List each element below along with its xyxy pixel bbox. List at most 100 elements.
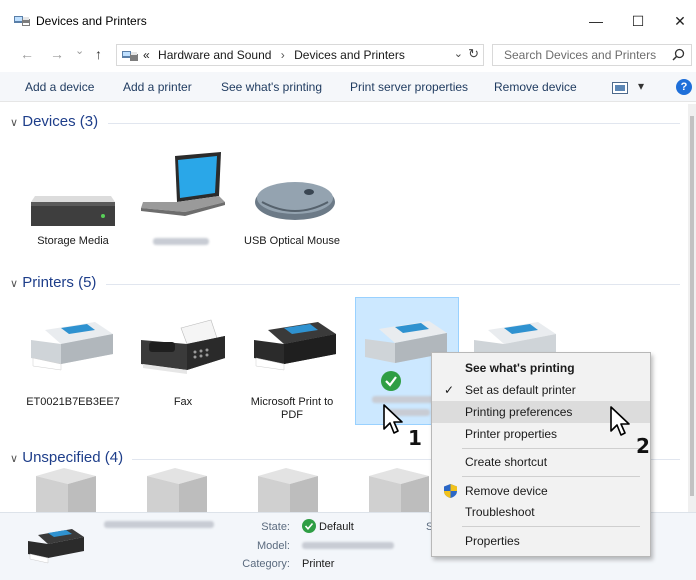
device-label: Storage Media [37,235,109,247]
search-input[interactable]: Search Devices and Printers [492,44,692,66]
step-number-1: 1 [408,426,422,450]
menu-item-see-whats-printing[interactable]: See what's printing [432,357,650,379]
checkmark-icon: ✓ [444,383,455,397]
group-title-unspecified: Unspecified (4) [22,449,124,466]
printer-et0021b7eb3ee7[interactable]: ET0021B7EB3EE7 [21,298,125,423]
remove-device-button[interactable]: Remove device [494,80,577,94]
chevron-down-icon: ∨ [10,278,19,290]
change-view-icon[interactable] [612,82,628,94]
add-printer-button[interactable]: Add a printer [123,80,192,94]
unspecified-device-icon[interactable] [369,468,429,512]
search-placeholder: Search Devices and Printers [504,48,657,62]
menu-item-label: Remove device [465,484,548,498]
search-icon [672,48,685,61]
view-options-dropdown-icon[interactable]: ▾ [638,79,644,93]
command-bar [0,72,696,102]
laptop-icon [141,152,225,216]
breadcrumb-hardware-and-sound[interactable]: Hardware and Sound [158,48,271,62]
printer-fax[interactable]: Fax [131,298,235,423]
menu-item-label: Troubleshoot [465,505,535,519]
device-usb-optical-mouse[interactable]: USB Optical Mouse [240,150,344,265]
breadcrumb-devices-and-printers[interactable]: Devices and Printers [294,48,405,62]
refresh-icon[interactable]: ↻ [468,46,479,62]
printer-icon [31,322,113,371]
maximize-button[interactable]: ☐ [618,6,658,36]
group-title-devices: Devices (3) [22,113,99,130]
devices-printers-icon [14,16,30,26]
printer-icon [254,322,336,371]
unspecified-device-icon[interactable] [258,468,318,512]
category-value: Printer [302,558,335,570]
device-label: USB Optical Mouse [244,235,340,247]
breadcrumb-separator[interactable]: › [281,48,285,62]
menu-item-remove-device[interactable]: Remove device [432,480,650,502]
print-server-properties-button[interactable]: Print server properties [350,80,468,94]
printer-label: Microsoft Print to PDF [250,396,334,421]
group-header-unspecified[interactable]: ∨ Unspecified (4) [10,449,123,466]
menu-item-label: Printer properties [465,427,558,441]
minimize-button[interactable]: — [576,6,616,36]
close-button[interactable]: ✕ [660,6,696,36]
menu-item-label: Properties [465,534,520,548]
fax-icon [141,319,225,374]
group-header-devices[interactable]: ∨ Devices (3) [10,113,98,130]
menu-separator [462,448,640,449]
redacted-model-value [302,542,394,549]
help-button[interactable]: ? [676,79,692,95]
title-bar: Devices and Printers — ☐ ✕ [0,0,696,40]
storage-drive-icon [31,196,115,226]
context-menu: See what's printing ✓ Set as default pri… [431,352,651,557]
printer-microsoft-print-to-pdf[interactable]: Microsoft Print to PDF [240,298,344,423]
breadcrumb-overflow[interactable]: « [143,48,150,62]
state-key: State: [261,521,290,533]
forward-arrow-icon[interactable]: → [50,46,64,62]
address-box[interactable]: « Hardware and Sound › Devices and Print… [116,44,484,66]
group-header-printers[interactable]: ∨ Printers (5) [10,274,96,291]
mouse-cursor-icon [610,406,630,436]
mouse-cursor-icon [383,404,403,434]
scrollbar-thumb[interactable] [690,116,694,496]
menu-item-label: See what's printing [465,361,575,375]
menu-separator [462,476,640,477]
uac-shield-icon [444,484,457,498]
see-whats-printing-button[interactable]: See what's printing [221,80,322,94]
group-divider [108,123,680,124]
state-value: Default [319,521,354,533]
unspecified-device-icon[interactable] [147,468,207,512]
window-title: Devices and Printers [36,14,147,28]
menu-item-label: Set as default printer [465,383,576,397]
group-title-printers: Printers (5) [22,274,97,291]
printer-partially-hidden[interactable] [464,298,568,358]
menu-item-label: Create shortcut [465,455,548,469]
devices-printers-icon [122,51,138,61]
unspecified-device-icon[interactable] [36,468,96,512]
printer-label: ET0021B7EB3EE7 [26,396,120,408]
printer-label: Fax [173,396,193,408]
printer-icon [28,529,84,564]
menu-item-create-shortcut[interactable]: Create shortcut [432,451,650,473]
printer-icon [474,322,556,356]
chevron-down-icon: ∨ [10,453,19,465]
menu-item-set-as-default-printer[interactable]: ✓ Set as default printer [432,379,650,401]
menu-item-label: Printing preferences [465,405,573,419]
menu-item-properties[interactable]: Properties [432,530,650,552]
redacted-device-label [153,238,209,245]
chevron-down-icon: ∨ [10,117,19,129]
device-storage-media[interactable]: Storage Media [21,150,125,265]
recent-locations-icon[interactable]: ⌄ [75,44,84,57]
up-arrow-icon[interactable]: ↑ [95,46,102,62]
add-device-button[interactable]: Add a device [25,80,94,94]
menu-separator [462,526,640,527]
menu-item-troubleshoot[interactable]: Troubleshoot [432,501,650,523]
device-laptop[interactable] [131,150,235,265]
mouse-icon [255,182,335,220]
category-key: Category: [242,558,290,570]
group-divider [106,284,680,285]
back-arrow-icon[interactable]: ← [20,46,34,62]
redacted-device-name [104,521,214,528]
default-check-icon [302,519,316,533]
vertical-scrollbar[interactable] [688,104,696,512]
address-dropdown-icon[interactable]: ⌄ [454,47,463,60]
model-key: Model: [256,540,290,552]
breadcrumb: « Hardware and Sound › Devices and Print… [143,48,405,62]
